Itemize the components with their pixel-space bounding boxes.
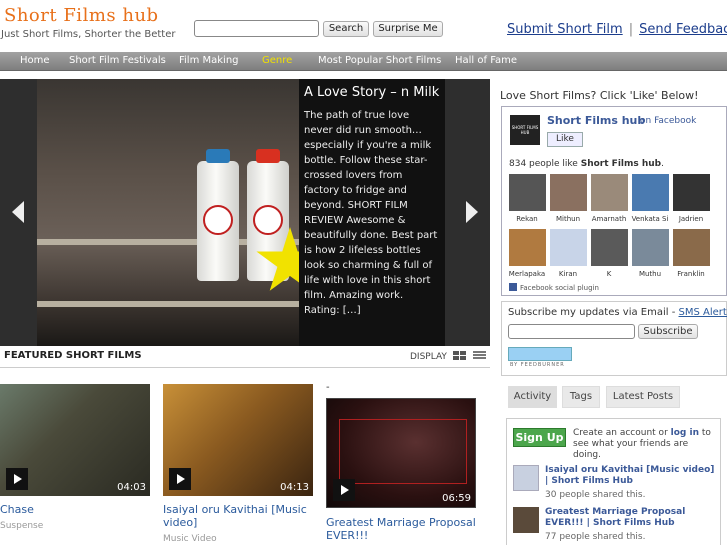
video-duration: 04:03 — [117, 482, 146, 493]
play-icon[interactable] — [169, 468, 191, 490]
tab-tags[interactable]: Tags — [562, 386, 600, 408]
sidebar-tabs: Activity Tags Latest Posts — [501, 386, 727, 408]
sms-alerts-link[interactable]: SMS Alerts — [679, 307, 727, 318]
slide-description: The path of true love never did run smoo… — [304, 110, 438, 316]
fb-social-plugin[interactable]: Facebook social plugin — [509, 283, 599, 292]
send-feedback-link[interactable]: Send Feedback — [639, 22, 727, 37]
sign-up-button[interactable]: Sign Up — [513, 428, 566, 447]
fan-name[interactable]: Merlapaka — [507, 270, 547, 278]
nav-item-short-film-festivals[interactable]: Short Film Festivals — [69, 55, 166, 66]
fan-name[interactable]: Amarnath — [589, 215, 629, 223]
shelf-lower — [37, 301, 299, 307]
video-category[interactable]: Suspense — [0, 521, 43, 531]
top-links: Submit Short Film | Send Feedback — [507, 22, 727, 37]
log-in-link[interactable]: log in — [671, 428, 699, 438]
slide-image[interactable] — [37, 79, 299, 346]
fan-name[interactable]: Rekan — [507, 215, 547, 223]
subscribe-email-input[interactable] — [508, 324, 635, 339]
fan-avatar[interactable] — [509, 229, 546, 266]
subscribe-label: Subscribe my updates via Email - SMS Ale… — [508, 307, 727, 318]
fan-avatar[interactable] — [673, 229, 710, 266]
activity-shared-count: 77 people shared this. — [545, 532, 646, 542]
nav-item-genre[interactable]: Genre — [262, 55, 292, 66]
fb-page-name[interactable]: Short Films hub — [547, 114, 645, 127]
featured-header: FEATURED SHORT FILMS DISPLAY — [0, 346, 490, 368]
main-nav: Home Short Film Festivals Film Making Ge… — [0, 52, 727, 71]
nav-item-home[interactable]: Home — [20, 55, 50, 66]
post-thumbnail-icon[interactable] — [513, 465, 539, 491]
activity-title[interactable]: Isaiyal oru Kavithai [Music video] | Sho… — [545, 465, 720, 487]
slider-prev-arrow-icon[interactable] — [12, 201, 24, 223]
fan-name[interactable]: Venkata Si — [630, 215, 670, 223]
fan-avatar[interactable] — [673, 174, 710, 211]
video-thumbnail-isaiyal[interactable]: 04:13 — [163, 384, 313, 496]
fb-like-count: 834 people like Short Films hub. — [509, 159, 664, 169]
play-icon[interactable] — [333, 479, 355, 501]
play-icon[interactable] — [6, 468, 28, 490]
subscribe-box: Subscribe my updates via Email - SMS Ale… — [501, 301, 727, 376]
fan-name[interactable]: K — [589, 270, 629, 278]
fb-on-facebook[interactable]: on Facebook — [640, 116, 696, 126]
video-thumbnail-marriage-proposal[interactable]: 06:59 — [326, 398, 476, 508]
fan-name[interactable]: Mithun — [548, 215, 588, 223]
fan-name[interactable]: Jadrien — [671, 215, 711, 223]
fan-name[interactable]: Franklin — [671, 270, 711, 278]
site-logo[interactable]: Short Films hub — [4, 5, 159, 26]
display-label: DISPLAY — [410, 352, 447, 362]
grid-view-icon[interactable] — [453, 351, 466, 360]
fan-avatar[interactable] — [509, 174, 546, 211]
tab-latest-posts[interactable]: Latest Posts — [606, 386, 680, 408]
nav-item-most-popular[interactable]: Most Popular Short Films — [318, 55, 441, 66]
fan-name[interactable]: Kiran — [548, 270, 588, 278]
fan-avatar[interactable] — [591, 174, 628, 211]
search-input[interactable] — [194, 20, 319, 37]
fan-avatar[interactable] — [632, 174, 669, 211]
video-title[interactable]: Isaiyal oru Kavithai [Music video] — [163, 503, 313, 529]
submit-short-film-link[interactable]: Submit Short Film — [507, 22, 623, 37]
fb-like-button[interactable]: Like — [547, 132, 583, 147]
nav-item-hall-of-fame[interactable]: Hall of Fame — [455, 55, 517, 66]
slide-caption: A Love Story – n Milk The path of true l… — [299, 79, 445, 346]
nav-item-film-making[interactable]: Film Making — [179, 55, 239, 66]
facebook-like-box: SHORT FILMS HUB Short Films hub on Faceb… — [501, 106, 727, 296]
signup-prompt: Create an account or log in to see what … — [573, 428, 711, 460]
slide-title[interactable]: A Love Story – n Milk — [304, 85, 440, 100]
fan-avatar[interactable] — [632, 229, 669, 266]
list-view-icon[interactable] — [473, 351, 486, 360]
feedburner-badge[interactable] — [508, 347, 572, 361]
fan-name[interactable]: Muthu — [630, 270, 670, 278]
featured-slider: A Love Story – n Milk The path of true l… — [0, 79, 490, 346]
facebook-icon — [509, 283, 517, 291]
video-title[interactable]: Greatest Marriage Proposal EVER!!! — [326, 516, 476, 542]
link-separator: | — [628, 22, 634, 37]
video-thumbnail-chase[interactable]: 04:03 — [0, 384, 150, 496]
like-heading: Love Short Films? Click 'Like' Below! — [500, 89, 699, 102]
video-extra-mark: - — [326, 382, 330, 393]
fan-avatar[interactable] — [550, 229, 587, 266]
featured-title: FEATURED SHORT FILMS — [4, 350, 142, 361]
activity-title[interactable]: Greatest Marriage Proposal EVER!!! | Sho… — [545, 507, 720, 529]
search-button[interactable]: Search — [323, 21, 369, 37]
feedburner-text: BY FEEDBURNER — [510, 362, 565, 368]
site-tagline: Just Short Films, Shorter the Better — [1, 29, 176, 40]
slider-next-arrow-icon[interactable] — [466, 201, 478, 223]
post-thumbnail-icon[interactable] — [513, 507, 539, 533]
header: Short Films hub Just Short Films, Shorte… — [0, 0, 727, 52]
fan-avatar[interactable] — [591, 229, 628, 266]
video-category[interactable]: Music Video — [163, 534, 217, 544]
fan-avatar[interactable] — [550, 174, 587, 211]
page-avatar[interactable]: SHORT FILMS HUB — [510, 115, 540, 145]
surprise-me-button[interactable]: Surprise Me — [373, 21, 443, 37]
subscribe-button[interactable]: Subscribe — [638, 324, 698, 339]
video-duration: 06:59 — [442, 493, 471, 504]
tab-activity[interactable]: Activity — [508, 386, 557, 408]
video-title[interactable]: Chase — [0, 503, 34, 516]
activity-feed: Sign Up Create an account or log in to s… — [506, 418, 721, 545]
activity-shared-count: 30 people shared this. — [545, 490, 646, 500]
milk-bottle-left — [197, 149, 239, 281]
video-duration: 04:13 — [280, 482, 309, 493]
